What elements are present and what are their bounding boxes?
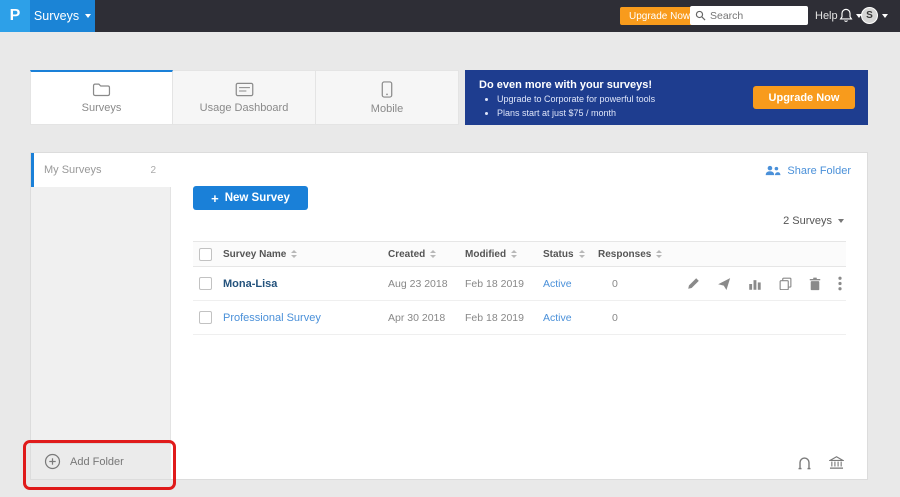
upgrade-now-label: Upgrade Now [629, 11, 690, 22]
tab-strip: Surveys Usage Dashboard Mobile [30, 70, 459, 125]
edit-icon[interactable] [687, 277, 700, 290]
product-menu-label: Surveys [34, 9, 79, 23]
share-folder-label: Share Folder [787, 165, 851, 177]
bank-archive-icon[interactable] [829, 456, 844, 470]
upgrade-now-button[interactable]: Upgrade Now [620, 7, 699, 25]
chevron-down-icon [882, 14, 888, 18]
survey-name-link[interactable]: Professional Survey [223, 312, 321, 324]
col-survey-name: Survey Name [223, 249, 286, 260]
responses-count: 0 [598, 278, 618, 290]
search-box [690, 6, 808, 25]
bell-icon [839, 8, 853, 23]
surveys-count-dropdown[interactable]: 2 Surveys [783, 215, 844, 227]
promo-bullet: Plans start at just $75 / month [497, 107, 868, 121]
table-header-row: Survey Name Created Modified Status Resp… [193, 241, 846, 267]
table-row: Professional Survey Apr 30 2018 Feb 18 2… [193, 301, 846, 335]
my-surveys-count: 2 [150, 165, 156, 176]
plus-icon: + [211, 192, 219, 205]
tab-usage-dashboard[interactable]: Usage Dashboard [173, 70, 316, 125]
app-logo[interactable]: P [0, 0, 30, 32]
responses-count: 0 [598, 312, 618, 324]
search-input[interactable] [710, 10, 803, 22]
share-folder-icon [764, 164, 781, 177]
trash-icon[interactable] [809, 277, 821, 291]
top-bar: P Surveys Upgrade Now Help S [0, 0, 900, 32]
share-folder-link[interactable]: Share Folder [764, 164, 851, 177]
modified-date: Feb 18 2019 [465, 312, 524, 324]
tab-mobile-label: Mobile [371, 103, 403, 115]
row-checkbox[interactable] [199, 311, 212, 324]
add-folder-button[interactable]: Add Folder [31, 443, 171, 479]
col-created: Created [388, 249, 425, 260]
status-badge: Active [543, 278, 572, 290]
tab-mobile[interactable]: Mobile [316, 70, 459, 125]
select-all-checkbox[interactable] [199, 248, 212, 261]
help-link[interactable]: Help [815, 10, 838, 22]
tab-surveys[interactable]: Surveys [30, 70, 173, 125]
col-status: Status [543, 249, 574, 260]
sort-icon[interactable] [430, 250, 436, 258]
row-checkbox[interactable] [199, 277, 212, 290]
surveys-table: Survey Name Created Modified Status Resp… [193, 241, 846, 335]
dashboard-icon [235, 82, 254, 97]
copy-icon[interactable] [779, 277, 792, 290]
banner-upgrade-label: Upgrade Now [769, 92, 840, 104]
sidebar-item-my-surveys[interactable]: My Surveys 2 [31, 153, 171, 187]
my-surveys-label: My Surveys [44, 164, 101, 176]
new-survey-label: New Survey [225, 192, 290, 204]
tab-usage-dashboard-label: Usage Dashboard [200, 102, 289, 114]
modified-date: Feb 18 2019 [465, 278, 524, 290]
surveys-panel: My Surveys 2 Add Folder Share Folder + N… [30, 152, 868, 480]
add-folder-label: Add Folder [70, 456, 124, 468]
restore-icon[interactable] [797, 456, 812, 470]
mobile-icon [381, 81, 393, 98]
sort-icon[interactable] [656, 250, 662, 258]
sort-icon[interactable] [579, 250, 585, 258]
panel-footer-tools [797, 456, 844, 470]
search-icon [695, 10, 706, 21]
report-chart-icon[interactable] [748, 277, 762, 291]
sort-icon[interactable] [291, 250, 297, 258]
surveys-count-label: 2 Surveys [783, 215, 832, 227]
page: P Surveys Upgrade Now Help S [0, 0, 900, 497]
chevron-down-icon [838, 219, 844, 223]
account-menu[interactable]: S [861, 7, 888, 24]
promo-banner: Do even more with your surveys! Upgrade … [465, 70, 868, 125]
created-date: Aug 23 2018 [388, 278, 448, 290]
new-survey-button[interactable]: + New Survey [193, 186, 308, 210]
folder-list-background [31, 187, 171, 479]
tab-surveys-label: Surveys [82, 102, 122, 114]
status-badge: Active [543, 312, 572, 324]
chevron-down-icon [85, 14, 91, 18]
send-icon[interactable] [717, 277, 731, 291]
table-row: Mona-Lisa Aug 23 2018 Feb 18 2019 Active… [193, 267, 846, 301]
survey-name-link[interactable]: Mona-Lisa [223, 278, 277, 290]
notifications-menu[interactable] [839, 8, 862, 23]
sort-icon[interactable] [511, 250, 517, 258]
product-menu-surveys[interactable]: Surveys [30, 0, 95, 32]
app-logo-letter: P [10, 7, 21, 25]
col-responses: Responses [598, 249, 651, 260]
avatar: S [861, 7, 878, 24]
folder-icon [92, 82, 111, 97]
plus-circle-icon [44, 453, 61, 470]
kebab-menu-icon[interactable] [838, 276, 842, 291]
created-date: Apr 30 2018 [388, 312, 445, 324]
col-modified: Modified [465, 249, 506, 260]
banner-upgrade-button[interactable]: Upgrade Now [753, 86, 855, 109]
